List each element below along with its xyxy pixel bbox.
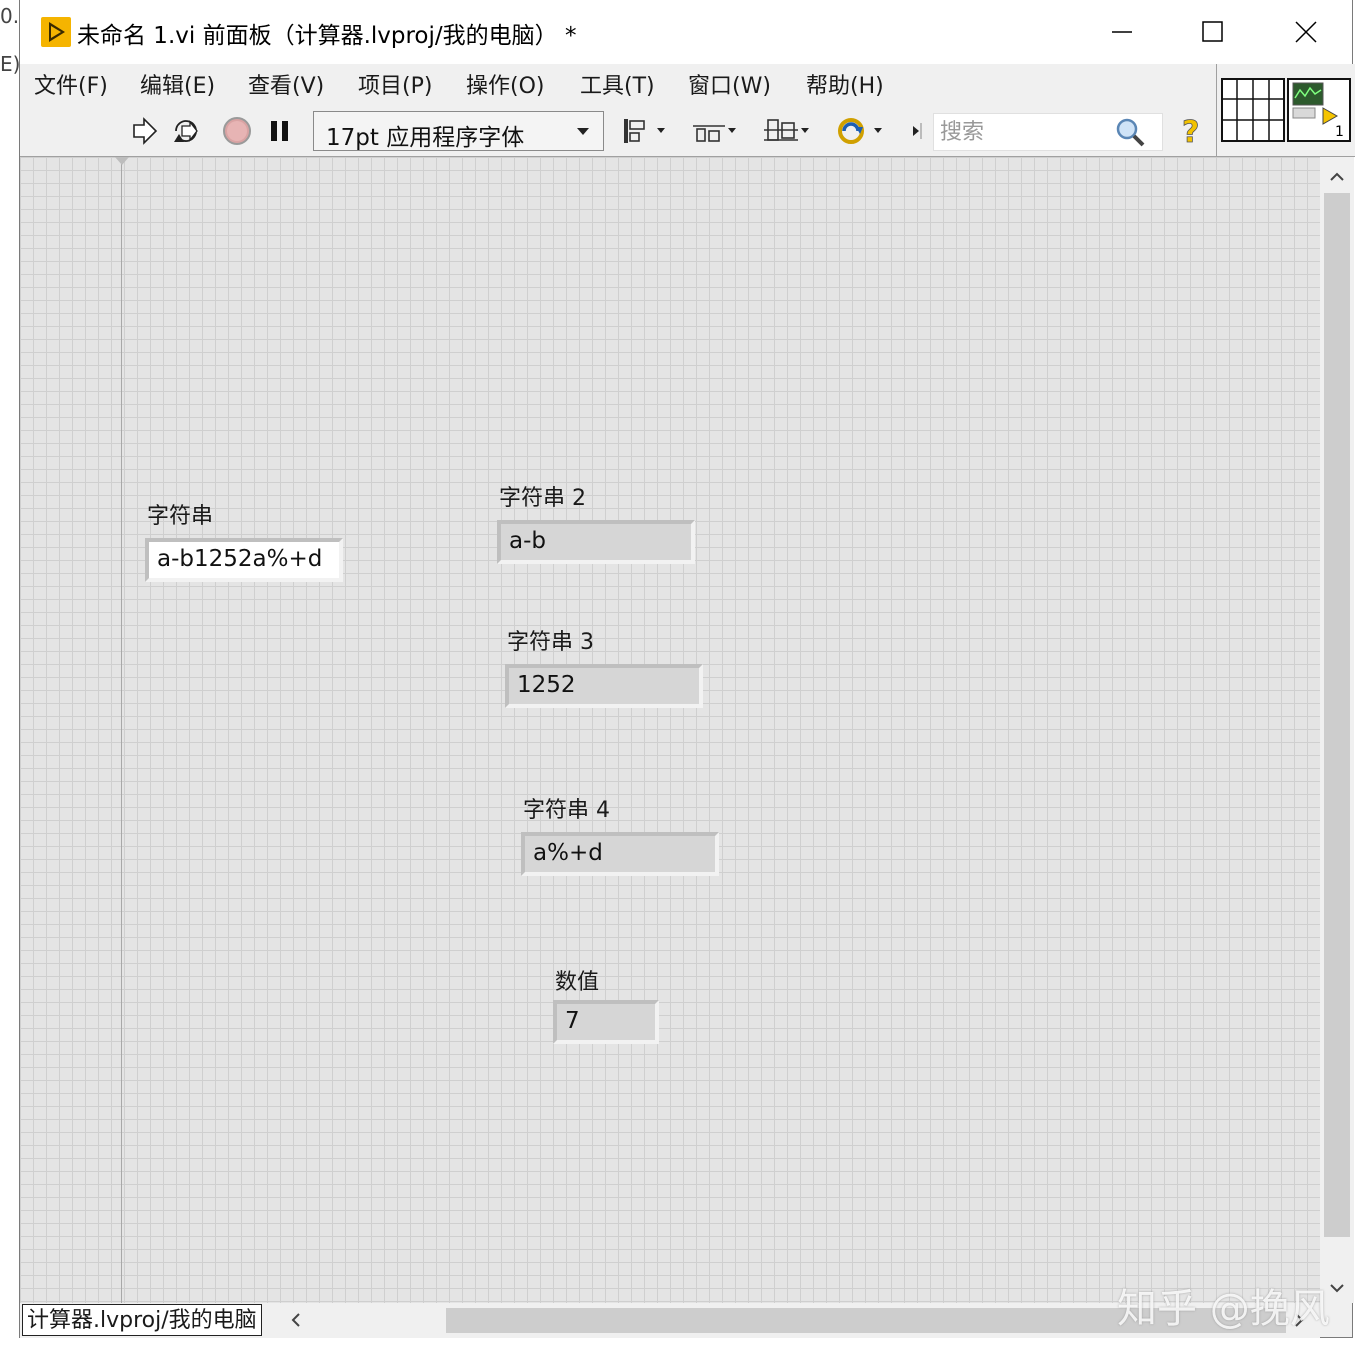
pause-icon[interactable] <box>265 116 297 146</box>
help-icon[interactable]: ? <box>1176 116 1208 146</box>
string-2-label[interactable]: 字符串 2 <box>499 480 586 512</box>
connector-icon-area: 1 <box>1216 64 1355 157</box>
distribute-icon[interactable] <box>691 116 741 146</box>
project-context-label[interactable]: 计算器.lvproj/我的电脑 <box>22 1304 262 1336</box>
align-icon[interactable] <box>620 116 670 146</box>
menu-tools[interactable]: 工具(T) <box>580 68 655 100</box>
scroll-up-icon[interactable] <box>1329 167 1345 186</box>
menu-help[interactable]: 帮助(H) <box>806 68 884 100</box>
connector-pane-icon[interactable] <box>1221 78 1285 142</box>
chevron-down-icon <box>577 128 589 135</box>
origin-marker <box>115 157 129 165</box>
window-title: 未命名 1.vi 前面板（计算器.lvproj/我的电脑） * <box>77 23 577 49</box>
string-control-label[interactable]: 字符串 <box>147 498 213 530</box>
string-3-indicator[interactable]: 1252 <box>505 664 703 708</box>
close-button[interactable] <box>1283 12 1329 52</box>
maximize-button[interactable] <box>1190 12 1236 52</box>
resize-icon[interactable] <box>762 116 814 146</box>
search-icon[interactable] <box>1114 116 1146 148</box>
search-toggle-icon[interactable] <box>908 116 928 146</box>
menu-file[interactable]: 文件(F) <box>34 68 108 100</box>
minimize-button[interactable] <box>1099 12 1145 52</box>
toolbar: 17pt 应用程序字体 ? <box>20 104 1216 157</box>
search-input[interactable] <box>938 116 1112 148</box>
run-continuous-icon[interactable] <box>170 116 202 146</box>
origin-line <box>121 157 122 1303</box>
front-panel-window: 未命名 1.vi 前面板（计算器.lvproj/我的电脑） * 文件(F) 编辑… <box>19 0 1355 1338</box>
string-4-label[interactable]: 字符串 4 <box>523 792 610 824</box>
vertical-scroll-thumb[interactable] <box>1324 193 1350 1237</box>
menu-window[interactable]: 窗口(W) <box>688 68 771 100</box>
front-panel-canvas[interactable]: 字符串 a-b1252a%+d 字符串 2 a-b 字符串 3 1252 字符串… <box>20 157 1320 1303</box>
numeric-label[interactable]: 数值 <box>555 964 599 996</box>
font-selector[interactable]: 17pt 应用程序字体 <box>313 111 604 151</box>
vi-icon[interactable]: 1 <box>1287 78 1351 142</box>
scroll-left-icon[interactable] <box>290 1312 302 1332</box>
edge-fragment-top: 0. <box>0 4 20 28</box>
string-4-indicator[interactable]: a%+d <box>521 832 719 876</box>
edge-fragment-mid: E) <box>0 52 21 76</box>
menu-edit[interactable]: 编辑(E) <box>140 68 215 100</box>
abort-icon[interactable] <box>221 116 253 146</box>
run-arrow-icon[interactable] <box>128 116 160 146</box>
watermark: 知乎 @挽风 <box>1117 1286 1330 1332</box>
string-2-indicator[interactable]: a-b <box>497 520 695 564</box>
menu-bar: 文件(F) 编辑(E) 查看(V) 项目(P) 操作(O) 工具(T) 窗口(W… <box>20 64 1216 104</box>
scroll-down-icon[interactable] <box>1329 1279 1345 1298</box>
string-control[interactable]: a-b1252a%+d <box>145 538 343 582</box>
menu-view[interactable]: 查看(V) <box>248 68 324 100</box>
font-selector-value: 17pt 应用程序字体 <box>326 125 525 151</box>
string-3-label[interactable]: 字符串 3 <box>507 624 594 656</box>
numeric-indicator[interactable]: 7 <box>553 1000 659 1044</box>
search-field[interactable] <box>933 113 1163 151</box>
reorder-icon[interactable] <box>836 116 888 146</box>
labview-app-icon <box>41 17 71 47</box>
menu-operate[interactable]: 操作(O) <box>466 68 544 100</box>
menu-project[interactable]: 项目(P) <box>358 68 432 100</box>
title-bar[interactable]: 未命名 1.vi 前面板（计算器.lvproj/我的电脑） * <box>20 0 1352 64</box>
svg-text:?: ? <box>1182 116 1199 146</box>
vertical-scrollbar[interactable] <box>1320 157 1354 1303</box>
vi-icon-terminal-number: 1 <box>1335 124 1344 140</box>
